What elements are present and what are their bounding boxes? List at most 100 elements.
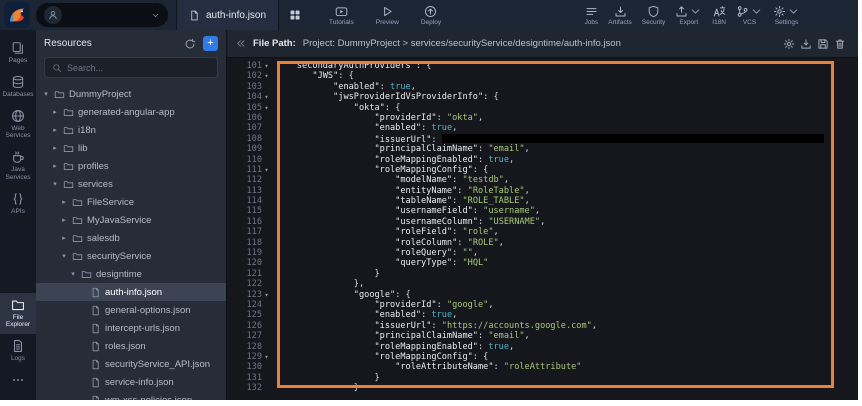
tree-item-profiles[interactable]: ▸profiles bbox=[36, 157, 226, 175]
line-number[interactable]: 102▾ bbox=[227, 71, 271, 81]
download-icon[interactable] bbox=[800, 38, 812, 50]
chevron-right-icon[interactable]: ▸ bbox=[51, 162, 59, 170]
line-number[interactable]: 125 bbox=[227, 310, 271, 320]
tree-item-myjavaservice[interactable]: ▸MyJavaService bbox=[36, 211, 226, 229]
tree-item-dummyproject[interactable]: ▾DummyProject bbox=[36, 85, 226, 103]
code-line[interactable]: } bbox=[271, 383, 359, 393]
tree-item-lib[interactable]: ▸lib bbox=[36, 139, 226, 157]
settings-icon[interactable] bbox=[783, 38, 795, 50]
chevron-right-icon[interactable]: ▸ bbox=[51, 108, 59, 116]
code-line[interactable]: "usernameColumn": "USERNAME", bbox=[271, 217, 545, 227]
line-number[interactable]: 121 bbox=[227, 269, 271, 279]
jobs-button[interactable]: Jobs bbox=[583, 5, 601, 26]
line-number[interactable]: 119 bbox=[227, 248, 271, 258]
line-number[interactable]: 108 bbox=[227, 134, 271, 144]
security-button[interactable]: Security bbox=[640, 5, 667, 26]
code-line[interactable]: "issuerUrl": "https://accounts.google.co… bbox=[271, 321, 597, 331]
tree-item-generated-angular-app[interactable]: ▸generated-angular-app bbox=[36, 103, 226, 121]
code-line[interactable]: "roleMappingEnabled": true, bbox=[271, 342, 514, 352]
tree-item-securityservice-api-json[interactable]: securityService_API.json bbox=[36, 355, 226, 373]
line-number[interactable]: 115 bbox=[227, 206, 271, 216]
line-number[interactable]: 104▾ bbox=[227, 92, 271, 102]
code-line[interactable]: "roleField": "role", bbox=[271, 227, 499, 237]
code-line[interactable]: "roleMappingConfig": { bbox=[271, 352, 488, 362]
code-line[interactable]: "roleAttributeName": "roleAttribute" bbox=[271, 362, 581, 372]
line-number[interactable]: 132 bbox=[227, 383, 271, 393]
code-line[interactable]: "principalClaimName": "email", bbox=[271, 331, 530, 341]
resource-search[interactable] bbox=[44, 57, 218, 78]
rail-item-file-explorer[interactable]: File Explorer bbox=[0, 293, 36, 335]
line-number[interactable]: 106 bbox=[227, 113, 271, 123]
add-resource-button[interactable]: + bbox=[203, 36, 218, 51]
tree-item-general-options-json[interactable]: general-options.json bbox=[36, 301, 226, 319]
line-number[interactable]: 128 bbox=[227, 342, 271, 352]
settings-button[interactable]: Settings bbox=[771, 5, 802, 26]
rail-item-pages[interactable]: Pages bbox=[0, 36, 36, 70]
tutorials-button[interactable]: Tutorials bbox=[327, 5, 356, 26]
line-number[interactable]: 105▾ bbox=[227, 103, 271, 113]
rail-item-databases[interactable]: Databases bbox=[0, 70, 36, 104]
line-number[interactable]: 127 bbox=[227, 331, 271, 341]
code-line[interactable]: "jwsProviderIdVsProviderInfo": { bbox=[271, 92, 499, 102]
code-line[interactable]: "roleColumn": "ROLE", bbox=[271, 238, 504, 248]
chevron-right-icon[interactable]: ▸ bbox=[60, 234, 68, 242]
line-number[interactable]: 129▾ bbox=[227, 352, 271, 362]
line-number[interactable]: 117 bbox=[227, 227, 271, 237]
account-pill[interactable] bbox=[36, 3, 168, 27]
chevron-down-icon[interactable]: ▾ bbox=[51, 180, 59, 188]
line-number[interactable]: 116 bbox=[227, 217, 271, 227]
line-number[interactable]: 109 bbox=[227, 144, 271, 154]
chevron-down-icon[interactable]: ▾ bbox=[60, 252, 68, 260]
line-number[interactable]: 130 bbox=[227, 362, 271, 372]
avatar[interactable] bbox=[44, 6, 62, 24]
code-line[interactable]: } bbox=[271, 373, 380, 383]
refresh-icon[interactable] bbox=[184, 38, 196, 50]
line-number[interactable]: 101▾ bbox=[227, 61, 271, 71]
artifacts-button[interactable]: Artifacts bbox=[606, 5, 633, 26]
code-line[interactable]: "roleMappingEnabled": true, bbox=[271, 155, 514, 165]
delete-icon[interactable] bbox=[834, 38, 846, 50]
code-line[interactable]: "entityName": "RoleTable", bbox=[271, 186, 530, 196]
tree-item-intercept-urls-json[interactable]: intercept-urls.json bbox=[36, 319, 226, 337]
code-line[interactable]: "usernameField": "username", bbox=[271, 206, 540, 216]
code-line[interactable]: "queryType": "HQL" bbox=[271, 258, 488, 268]
code-editor[interactable]: 101▾ "secondaryAuthProviders": {102▾ "JW… bbox=[227, 58, 858, 400]
line-number[interactable]: 131 bbox=[227, 373, 271, 383]
code-line[interactable]: "secondaryAuthProviders": { bbox=[271, 61, 431, 71]
line-number[interactable]: 107 bbox=[227, 123, 271, 133]
line-number[interactable]: 120 bbox=[227, 258, 271, 268]
code-line[interactable]: }, bbox=[271, 279, 364, 289]
rail-item-java-services[interactable]: Java Services bbox=[0, 145, 36, 187]
line-number[interactable]: 112 bbox=[227, 175, 271, 185]
tab-auth-info-json[interactable]: auth-info.json bbox=[176, 0, 279, 30]
preview-button[interactable]: Preview bbox=[374, 5, 401, 26]
rail-item-web-services[interactable]: Web Services bbox=[0, 104, 36, 146]
chevron-right-icon[interactable]: ▸ bbox=[51, 126, 59, 134]
tree-item-services[interactable]: ▾services bbox=[36, 175, 226, 193]
line-number[interactable]: 126 bbox=[227, 321, 271, 331]
code-line[interactable]: "tableName": "ROLE_TABLE", bbox=[271, 196, 530, 206]
code-line[interactable]: "providerId": "google", bbox=[271, 300, 494, 310]
code-line[interactable]: "enabled": true, bbox=[271, 310, 457, 320]
code-line[interactable]: } bbox=[271, 269, 380, 279]
chevron-down-icon[interactable]: ▾ bbox=[42, 90, 50, 98]
rail-item-logs[interactable]: Logs bbox=[0, 334, 36, 368]
deploy-button[interactable]: Deploy bbox=[419, 5, 443, 26]
tree-item-i18n[interactable]: ▸i18n bbox=[36, 121, 226, 139]
tree-item-securityservice[interactable]: ▾securityService bbox=[36, 247, 226, 265]
line-number[interactable]: 122 bbox=[227, 279, 271, 289]
code-line[interactable]: "modelName": "testdb", bbox=[271, 175, 509, 185]
code-line[interactable]: "principalClaimName": "email", bbox=[271, 144, 530, 154]
tree-item-auth-info-json[interactable]: auth-info.json bbox=[36, 283, 226, 301]
vcs-button[interactable]: VCS bbox=[734, 5, 765, 26]
chevron-down-icon[interactable] bbox=[151, 11, 160, 20]
rail-item-more[interactable] bbox=[0, 368, 36, 394]
i18n-button[interactable]: I18N bbox=[710, 5, 728, 26]
chevron-right-icon[interactable]: ▸ bbox=[60, 216, 68, 224]
line-number[interactable]: 124 bbox=[227, 300, 271, 310]
code-line[interactable]: "google": { bbox=[271, 290, 411, 300]
chevron-down-icon[interactable]: ▾ bbox=[69, 270, 77, 278]
code-line[interactable]: "enabled": true, bbox=[271, 82, 416, 92]
code-line[interactable]: "providerId": "okta", bbox=[271, 113, 483, 123]
code-line[interactable]: "issuerUrl": bbox=[271, 134, 824, 144]
